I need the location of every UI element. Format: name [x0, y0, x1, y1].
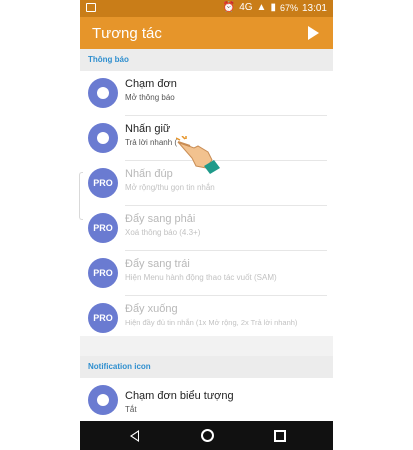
status-bar: ⏰ 4G ▲ ▮ 67% 13:01	[80, 0, 333, 17]
list-item-swipe-right[interactable]: PRO Đẩy sang phải Xoá thông báo (4.3+)	[80, 206, 333, 251]
alarm-icon: ⏰	[222, 2, 236, 13]
item-title: Đẩy sang trái	[125, 258, 190, 270]
item-subtitle: Hiện Menu hành động thao tác vuốt (SAM)	[125, 273, 277, 282]
item-subtitle: Xoá thông báo (4.3+)	[125, 228, 201, 237]
section-header-label: Thông báo	[88, 55, 129, 64]
signal-icon: ▲	[256, 2, 267, 13]
circle-icon	[88, 123, 118, 153]
list-item-swipe-left[interactable]: PRO Đẩy sang trái Hiện Menu hành động th…	[80, 251, 333, 296]
item-title: Chạm đơn	[125, 78, 177, 90]
pointing-hand-icon	[176, 136, 220, 174]
play-icon[interactable]	[308, 26, 319, 40]
section-header-notification-icon: Notification icon	[80, 356, 333, 378]
item-title: Nhấn đúp	[125, 168, 173, 180]
list-item-swipe-down[interactable]: PRO Đẩy xuống Hiện đầy đủ tin nhắn (1x M…	[80, 296, 333, 336]
settings-list-notification-icon: Chạm đơn biểu tượng Tắt	[80, 378, 333, 421]
item-subtitle: Mở thông báo	[125, 93, 175, 102]
section-header-label: Notification icon	[88, 362, 151, 371]
home-icon[interactable]	[201, 429, 214, 442]
phone-screen: ⏰ 4G ▲ ▮ 67% 13:01 Tương tác Thông báo C…	[80, 0, 333, 450]
battery-icon: ▮	[270, 2, 276, 13]
settings-list-notifications: Chạm đơn Mở thông báo Nhấn giữ Trả lời n…	[80, 71, 333, 336]
item-title: Nhấn giữ	[125, 123, 171, 135]
pro-badge-icon: PRO	[88, 258, 118, 288]
item-subtitle: Trả lời nhanh (	[125, 138, 178, 147]
item-title: Đẩy sang phải	[125, 213, 196, 225]
section-header-notifications: Thông báo	[80, 49, 333, 71]
page-title: Tương tác	[92, 25, 162, 42]
pro-badge-icon: PRO	[88, 168, 118, 198]
back-icon[interactable]	[130, 430, 139, 442]
item-subtitle: Hiện đầy đủ tin nhắn (1x Mở rộng, 2x Trả…	[125, 318, 298, 327]
item-subtitle: Tắt	[125, 405, 137, 414]
network-label: 4G	[239, 2, 253, 13]
item-title: Chạm đơn biểu tượng	[125, 390, 234, 402]
navigation-bar	[80, 421, 333, 450]
clock: 13:01	[301, 2, 327, 14]
circle-icon	[88, 78, 118, 108]
edge-panel-handle[interactable]	[79, 172, 83, 220]
battery-percent: 67%	[279, 3, 298, 13]
pro-badge-icon: PRO	[88, 303, 118, 333]
app-bar: Tương tác	[80, 17, 333, 49]
gallery-notification-icon	[86, 3, 96, 12]
recent-apps-icon[interactable]	[274, 430, 286, 442]
circle-icon	[88, 385, 118, 415]
pro-badge-icon: PRO	[88, 213, 118, 243]
list-item-icon-single-tap[interactable]: Chạm đơn biểu tượng Tắt	[80, 378, 333, 423]
list-item-single-tap[interactable]: Chạm đơn Mở thông báo	[80, 71, 333, 116]
item-title: Đẩy xuống	[125, 303, 178, 315]
item-subtitle: Mở rộng/thu gọn tin nhắn	[125, 183, 215, 192]
